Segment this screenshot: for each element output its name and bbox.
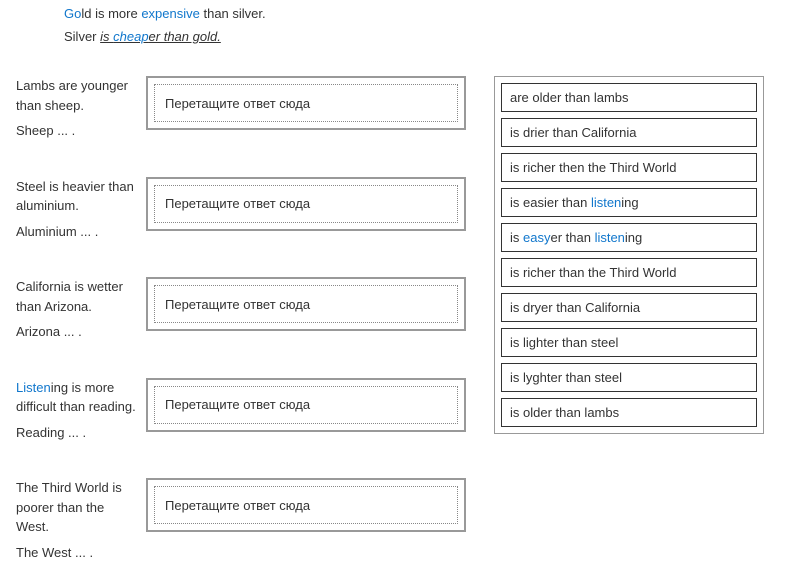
answer-dropzone[interactable]: Перетащите ответ сюда <box>154 386 458 424</box>
question-row: Listening is more difficult than reading… <box>16 378 466 449</box>
answer-dropzone[interactable]: Перетащите ответ сюда <box>154 285 458 323</box>
question-prompt: California is wetter than Arizona. Arizo… <box>16 277 136 348</box>
example-block: Gold is more expensive than silver. Silv… <box>0 0 795 76</box>
dropzone-container: Перетащите ответ сюда <box>146 478 466 532</box>
question-row: California is wetter than Arizona. Arizo… <box>16 277 466 348</box>
drag-option[interactable]: are older than lambs <box>501 83 757 112</box>
question-prompt: The Third World is poorer than the West.… <box>16 478 136 568</box>
drag-option[interactable]: is dryer than California <box>501 293 757 322</box>
drag-option[interactable]: is richer than the Third World <box>501 258 757 287</box>
dropzone-container: Перетащите ответ сюда <box>146 76 466 130</box>
example-line-1: Gold is more expensive than silver. <box>64 6 795 21</box>
answer-dropzone[interactable]: Перетащите ответ сюда <box>154 185 458 223</box>
options-panel: are older than lambs is drier than Calif… <box>494 76 764 434</box>
drag-option[interactable]: is easyer than listening <box>501 223 757 252</box>
drag-option[interactable]: is lyghter than steel <box>501 363 757 392</box>
drag-option[interactable]: is lighter than steel <box>501 328 757 357</box>
dropzone-container: Перетащите ответ сюда <box>146 177 466 231</box>
question-prompt: Steel is heavier than aluminium. Alumini… <box>16 177 136 248</box>
dropzone-container: Перетащите ответ сюда <box>146 378 466 432</box>
typo-highlight: Go <box>64 6 81 21</box>
drag-option[interactable]: is easier than listening <box>501 188 757 217</box>
example-answer: is cheaper than gold. <box>100 29 221 44</box>
drag-option[interactable]: is older than lambs <box>501 398 757 427</box>
answer-dropzone[interactable]: Перетащите ответ сюда <box>154 486 458 524</box>
dropzone-container: Перетащите ответ сюда <box>146 277 466 331</box>
drag-option[interactable]: is richer then the Third World <box>501 153 757 182</box>
question-row: Steel is heavier than aluminium. Alumini… <box>16 177 466 248</box>
questions-column: Lambs are younger than sheep. Sheep ... … <box>16 76 466 568</box>
question-row: The Third World is poorer than the West.… <box>16 478 466 568</box>
question-prompt: Lambs are younger than sheep. Sheep ... … <box>16 76 136 147</box>
answer-dropzone[interactable]: Перетащите ответ сюда <box>154 84 458 122</box>
drag-option[interactable]: is drier than California <box>501 118 757 147</box>
question-prompt: Listening is more difficult than reading… <box>16 378 136 449</box>
question-row: Lambs are younger than sheep. Sheep ... … <box>16 76 466 147</box>
example-line-2: Silver is cheaper than gold. <box>64 29 795 44</box>
